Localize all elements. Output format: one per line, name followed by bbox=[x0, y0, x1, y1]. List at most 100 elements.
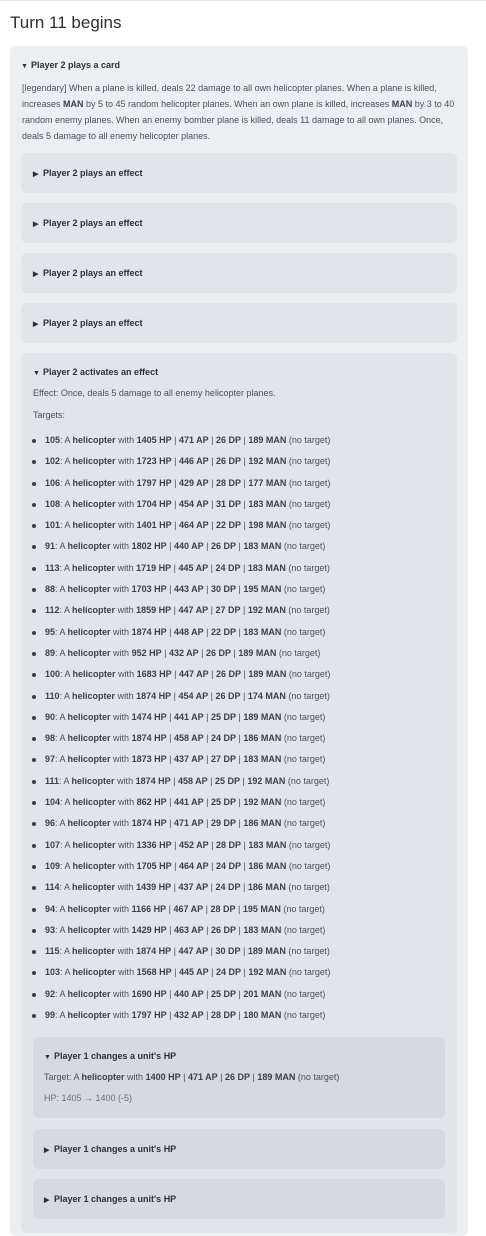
effect-row[interactable]: ▶ Player 2 plays an effect bbox=[21, 153, 457, 193]
no-target-text: (no target) bbox=[281, 818, 326, 829]
target-id: 94 bbox=[45, 903, 56, 914]
target-ap: 447 AP bbox=[178, 605, 209, 616]
no-target-text: (no target) bbox=[286, 839, 331, 850]
target-list-item: 101: A helicopter with 1401 HP | 464 AP … bbox=[21, 515, 457, 536]
unit-type: helicopter bbox=[72, 520, 116, 531]
collapsed-triangle-icon: ▶ bbox=[33, 321, 39, 328]
effect-header: Player 2 plays an effect bbox=[43, 268, 143, 278]
no-target-text: (no target) bbox=[281, 584, 326, 595]
target-prefix: : A bbox=[55, 541, 68, 552]
target-list-item: 110: A helicopter with 1874 HP | 454 AP … bbox=[21, 686, 457, 707]
target-dp: 28 DP bbox=[215, 839, 241, 850]
no-target-text: (no target) bbox=[286, 860, 331, 871]
target-dp: 25 DP bbox=[210, 797, 236, 808]
bullet-dot bbox=[32, 822, 36, 827]
with-word: with bbox=[110, 754, 132, 765]
with-word: with bbox=[115, 435, 137, 445]
bullet-dot bbox=[32, 843, 36, 848]
target-dp: 22 DP bbox=[215, 520, 241, 531]
target-prefix: : A bbox=[59, 946, 73, 957]
no-target-text: (no target) bbox=[281, 1010, 326, 1021]
unit-type: helicopter bbox=[72, 797, 116, 808]
target-hp: 1859 HP bbox=[136, 605, 172, 616]
target-dp: 26 DP bbox=[215, 669, 241, 680]
separator: | bbox=[166, 711, 174, 722]
with-word: with bbox=[115, 477, 137, 488]
bullet-dot bbox=[32, 694, 36, 699]
target-id: 102 bbox=[45, 456, 61, 467]
target-man: 174 MAN bbox=[247, 690, 286, 701]
top-divider bbox=[0, 0, 486, 1]
separator: | bbox=[208, 520, 216, 531]
target-id: 115 bbox=[45, 946, 60, 957]
separator: | bbox=[208, 456, 216, 467]
effect-row[interactable]: ▶ Player 2 plays an effect bbox=[21, 203, 457, 243]
target-list-item: 96: A helicopter with 1874 HP | 471 AP |… bbox=[21, 813, 457, 834]
turn-title: Turn 11 begins bbox=[10, 13, 122, 32]
separator: | bbox=[171, 669, 179, 680]
target-id: 95 bbox=[45, 626, 56, 637]
target-prefix: : A bbox=[55, 924, 68, 935]
bullet-dot bbox=[32, 971, 36, 976]
bullet-dot bbox=[32, 715, 36, 720]
target-hp: 1703 HP bbox=[131, 584, 167, 595]
no-target-text: (no target) bbox=[281, 733, 326, 744]
target-hp: 1873 HP bbox=[131, 754, 167, 765]
with-word: with bbox=[110, 903, 132, 914]
target-ap: 445 AP bbox=[178, 967, 209, 978]
separator: | bbox=[171, 520, 179, 531]
effect-header: Player 2 plays an effect bbox=[43, 218, 143, 228]
with-word: with bbox=[110, 924, 132, 935]
hp-change-header: Player 1 changes a unit's HP bbox=[54, 1194, 177, 1204]
target-man: 180 MAN bbox=[243, 1010, 282, 1021]
target-ap: 463 AP bbox=[173, 924, 204, 935]
effect-row[interactable]: ▶ Player 2 plays an effect bbox=[21, 303, 457, 343]
expanded-triangle-icon: ▼ bbox=[44, 1054, 51, 1061]
separator: | bbox=[208, 477, 216, 488]
card-event-toggle[interactable]: ▼ Player 2 plays a card bbox=[21, 60, 120, 70]
target-man: 177 MAN bbox=[248, 477, 287, 488]
activation-toggle[interactable]: ▼ Player 2 activates an effect bbox=[33, 367, 158, 377]
target-prefix: : A bbox=[55, 754, 68, 765]
with-word: with bbox=[115, 860, 137, 871]
separator: | bbox=[207, 775, 215, 786]
target-ap: 440 AP bbox=[173, 541, 204, 552]
with-word: with bbox=[115, 946, 137, 957]
target-prefix: : A bbox=[55, 818, 68, 829]
unit-type: helicopter bbox=[67, 754, 111, 765]
target-prefix: : A bbox=[55, 711, 68, 722]
target-dp: 25 DP bbox=[214, 775, 240, 786]
hp-change-row[interactable]: ▶ Player 1 changes a unit's HP bbox=[33, 1129, 445, 1169]
target-id: 109 bbox=[45, 860, 61, 871]
target-hp: 1874 HP bbox=[131, 818, 167, 829]
target-prefix: : A bbox=[55, 647, 68, 658]
target-man: 189 MAN bbox=[248, 435, 287, 445]
target-man: 189 MAN bbox=[238, 647, 277, 658]
separator: | bbox=[166, 818, 174, 829]
target-ap: 471 AP bbox=[173, 818, 204, 829]
unit-type: helicopter bbox=[67, 924, 111, 935]
bullet-dot bbox=[32, 673, 36, 678]
effect-text: Effect: Once, deals 5 damage to all enem… bbox=[33, 388, 276, 398]
card-description: [legendary] When a plane is killed, deal… bbox=[22, 80, 460, 144]
target-hp: 1166 HP bbox=[131, 903, 167, 914]
target-ap: 458 AP bbox=[173, 733, 204, 744]
separator: | bbox=[171, 456, 179, 467]
target-dp: 27 DP bbox=[210, 754, 236, 765]
separator: | bbox=[198, 647, 206, 658]
target-man: 201 MAN bbox=[243, 988, 282, 999]
targets-label: Targets: bbox=[33, 410, 66, 420]
unit-type: helicopter bbox=[67, 711, 111, 722]
effect-row[interactable]: ▶ Player 2 plays an effect bbox=[21, 253, 457, 293]
collapsed-triangle-icon: ▶ bbox=[33, 171, 39, 178]
hp-change-toggle[interactable]: ▼ Player 1 changes a unit's HP bbox=[44, 1051, 176, 1061]
target-hp: 1704 HP bbox=[136, 498, 172, 509]
hp-change-row[interactable]: ▶ Player 1 changes a unit's HP bbox=[33, 1179, 445, 1219]
target-id: 100 bbox=[45, 669, 61, 680]
target-list-item: 97: A helicopter with 1873 HP | 437 AP |… bbox=[21, 749, 457, 770]
target-list-item: 105: A helicopter with 1405 HP | 471 AP … bbox=[21, 430, 457, 451]
target-id: 92 bbox=[45, 988, 56, 999]
stat-keyword: MAN bbox=[63, 99, 84, 109]
target-hp: 1874 HP bbox=[135, 775, 171, 786]
target-man: 183 MAN bbox=[248, 839, 287, 850]
